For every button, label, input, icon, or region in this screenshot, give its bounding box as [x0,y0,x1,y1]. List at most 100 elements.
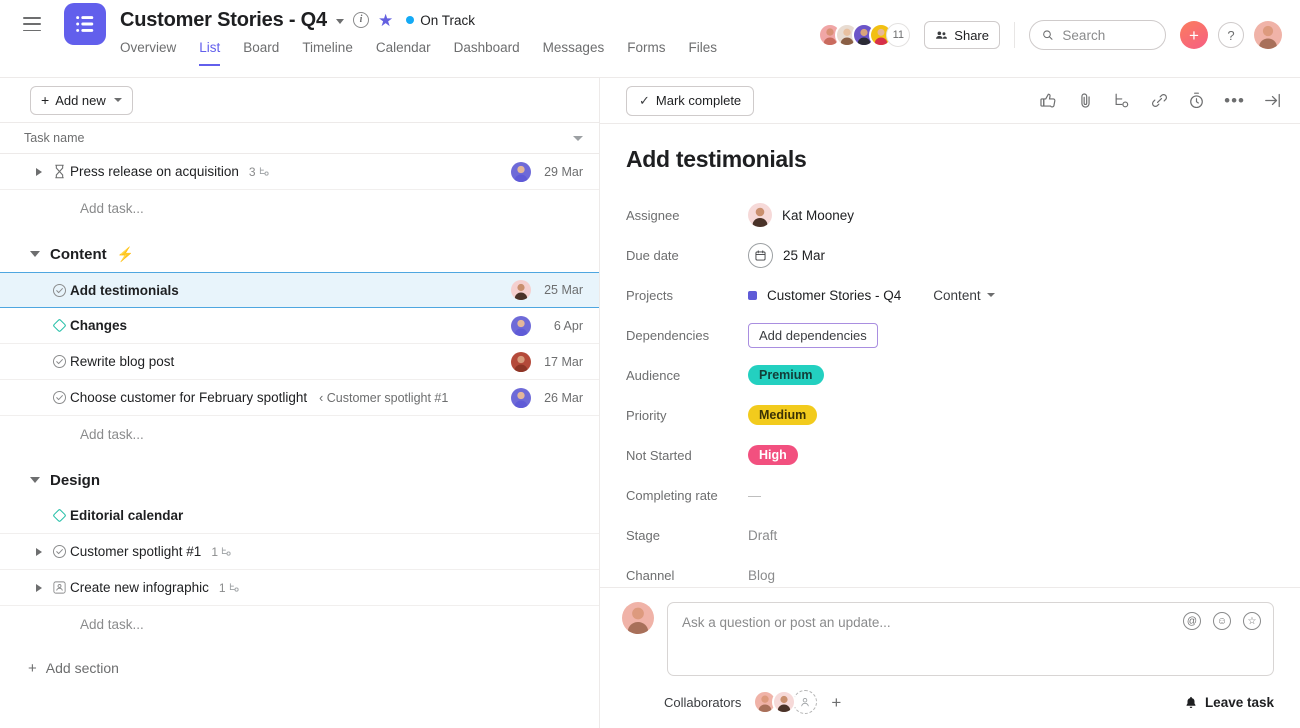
due-date[interactable]: 29 Mar [539,165,583,179]
expand-caret-icon[interactable] [30,548,48,556]
task-name[interactable]: Rewrite blog post [70,354,174,369]
add-task-row[interactable]: Add task... [0,190,599,226]
status-pill[interactable]: High [748,445,798,465]
assignee-name[interactable]: Kat Mooney [782,208,854,223]
milestone-diamond-icon[interactable] [48,508,70,523]
collapse-panel-icon[interactable] [1263,91,1282,110]
table-row[interactable]: Editorial calendar [0,498,599,534]
tab-dashboard[interactable]: Dashboard [454,40,520,66]
add-collaborator-button[interactable]: + [831,694,841,711]
hamburger-icon[interactable] [23,17,41,31]
search-input[interactable] [1062,28,1153,43]
avatar[interactable] [511,316,531,336]
due-date-value[interactable]: 25 Mar [783,248,825,263]
avatar[interactable] [1254,21,1282,49]
task-name[interactable]: Press release on acquisition [70,164,239,179]
task-name[interactable]: Changes [70,318,127,333]
audience-pill[interactable]: Premium [748,365,824,385]
tab-overview[interactable]: Overview [120,40,176,66]
section-name[interactable]: Design [50,472,100,489]
tab-calendar[interactable]: Calendar [376,40,431,66]
list-project-icon[interactable] [64,3,106,45]
task-detail-title[interactable]: Add testimonials [626,146,1274,173]
subtask-icon[interactable] [1113,91,1132,110]
hourglass-icon[interactable] [48,164,70,179]
link-icon[interactable] [1150,91,1169,110]
project-name[interactable]: Customer Stories - Q4 [767,288,901,303]
field-value[interactable]: Kat Mooney [748,203,854,227]
thumbs-up-icon[interactable] [1039,91,1058,110]
task-name[interactable]: Editorial calendar [70,508,183,523]
comment-input[interactable]: Ask a question or post an update... @ ☺ … [667,602,1274,676]
section-name[interactable]: Content [50,246,107,263]
avatar[interactable] [511,388,531,408]
tab-board[interactable]: Board [243,40,279,66]
share-button[interactable]: Share [924,21,1000,49]
calendar-icon[interactable] [748,243,773,268]
task-name[interactable]: Add testimonials [70,283,179,298]
star-icon[interactable]: ★ [378,12,393,29]
table-row[interactable]: Create new infographic 1 [0,570,599,606]
tab-timeline[interactable]: Timeline [302,40,353,66]
tab-forms[interactable]: Forms [627,40,665,66]
table-row[interactable]: Rewrite blog post 17 Mar [0,344,599,380]
field-value[interactable]: Draft [748,528,777,543]
task-name[interactable]: Customer spotlight #1 [70,544,201,559]
mark-complete-button[interactable]: ✓ Mark complete [626,86,754,116]
priority-pill[interactable]: Medium [748,405,817,425]
expand-caret-icon[interactable] [30,168,48,176]
member-avatars[interactable]: 11 [818,23,910,47]
approval-stamp-icon[interactable] [48,580,70,595]
avatar[interactable] [511,162,531,182]
add-dependencies-button[interactable]: Add dependencies [748,323,878,348]
table-row[interactable]: Choose customer for February spotlight ‹… [0,380,599,416]
help-button[interactable]: ? [1218,22,1244,48]
tab-files[interactable]: Files [688,40,717,66]
emoji-icon[interactable]: ☺ [1213,612,1231,630]
milestone-diamond-icon[interactable] [48,318,70,333]
chevron-down-icon[interactable] [336,19,344,24]
due-date[interactable]: 6 Apr [539,319,583,333]
search-box[interactable] [1029,20,1166,50]
check-circle-icon[interactable] [48,283,70,298]
table-row[interactable]: Customer spotlight #1 1 [0,534,599,570]
due-date[interactable]: 26 Mar [539,391,583,405]
mention-icon[interactable]: @ [1183,612,1201,630]
dependency-reference[interactable]: ‹ Customer spotlight #1 [319,391,448,405]
avatar[interactable] [511,352,531,372]
info-icon[interactable]: i [353,12,369,28]
table-row[interactable]: Changes 6 Apr [0,308,599,344]
sticker-icon[interactable]: ☆ [1243,612,1261,630]
field-value[interactable]: 25 Mar [748,243,825,268]
check-circle-icon[interactable] [48,390,70,405]
avatar[interactable] [511,280,531,300]
task-name[interactable]: Choose customer for February spotlight [70,390,307,405]
table-row[interactable]: Add testimonials 25 Mar [0,272,599,308]
avatar[interactable] [772,690,796,714]
sort-chevron-icon[interactable] [573,136,583,141]
project-section-dropdown[interactable]: Content [933,288,994,303]
add-collaborator-placeholder[interactable] [793,690,817,714]
collapse-caret-icon[interactable] [30,251,40,257]
table-row[interactable]: Press release on acquisition 3 29 Mar [0,154,599,190]
tab-list[interactable]: List [199,40,220,66]
expand-caret-icon[interactable] [30,584,48,592]
field-value[interactable]: — [748,488,761,503]
tab-messages[interactable]: Messages [543,40,605,66]
paperclip-icon[interactable] [1076,91,1095,110]
check-circle-icon[interactable] [48,544,70,559]
more-options-icon[interactable]: ••• [1224,96,1245,106]
member-count-badge[interactable]: 11 [886,23,910,47]
collapse-caret-icon[interactable] [30,477,40,483]
due-date[interactable]: 25 Mar [539,283,583,297]
add-section-button[interactable]: + Add section [0,650,599,686]
check-circle-icon[interactable] [48,354,70,369]
leave-task-button[interactable]: Leave task [1184,695,1274,710]
create-button[interactable]: + [1180,21,1208,49]
add-task-row[interactable]: Add task... [0,606,599,642]
field-value[interactable]: Blog [748,568,775,583]
due-date[interactable]: 17 Mar [539,355,583,369]
timer-icon[interactable] [1187,91,1206,110]
add-task-row[interactable]: Add task... [0,416,599,452]
add-new-button[interactable]: + Add new [30,86,133,115]
